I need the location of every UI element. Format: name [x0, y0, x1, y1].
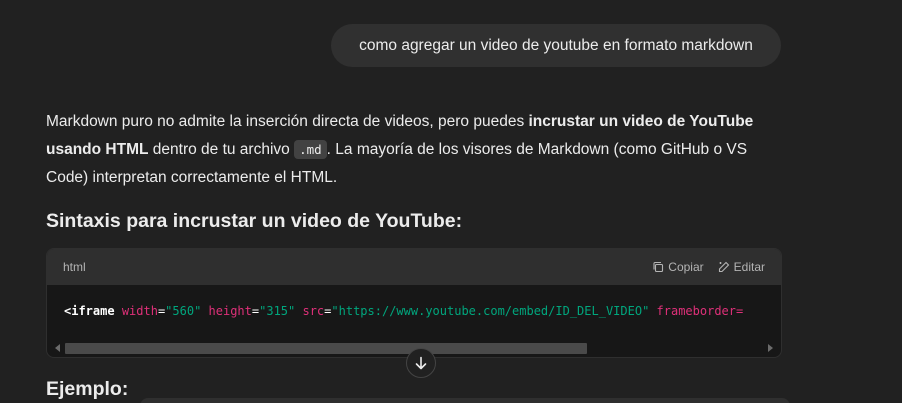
- copy-label: Copiar: [668, 260, 704, 274]
- edit-button[interactable]: Editar: [718, 260, 765, 274]
- edit-label: Editar: [733, 260, 765, 274]
- scrollbar-thumb[interactable]: [65, 343, 587, 354]
- code-token-string: "315": [259, 304, 296, 318]
- code-block: html Copiar Editar <iframe width="560" h…: [46, 248, 782, 358]
- code-actions: Copiar Editar: [652, 260, 765, 274]
- code-header: html Copiar Editar: [47, 249, 781, 285]
- code-language-label: html: [63, 260, 86, 274]
- copy-icon: [653, 261, 664, 273]
- code-content[interactable]: <iframe width="560" height="315" src="ht…: [47, 285, 781, 340]
- code-token-string: "560": [165, 304, 202, 318]
- code-token-attr: height: [208, 304, 252, 318]
- answer-paragraph: Markdown puro no admite la inserción dir…: [46, 108, 782, 192]
- section-heading-syntax: Sintaxis para incrustar un video de YouT…: [46, 210, 463, 232]
- inline-code: .md: [294, 140, 327, 159]
- scroll-right-arrow-icon[interactable]: [768, 344, 773, 352]
- scroll-left-arrow-icon[interactable]: [55, 344, 60, 352]
- edit-icon: [718, 261, 729, 273]
- chat-area: como agregar un video de youtube en form…: [0, 0, 902, 403]
- user-message-bubble: como agregar un video de youtube en form…: [331, 24, 781, 67]
- next-code-block-edge: [140, 398, 790, 403]
- code-token-string: "https://www.youtube.com/embed/ID_DEL_VI…: [331, 304, 650, 318]
- code-token-attr: width: [121, 304, 158, 318]
- answer-text: Markdown puro no admite la inserción dir…: [46, 113, 529, 130]
- assistant-answer: Markdown puro no admite la inserción dir…: [46, 108, 782, 192]
- section-heading-example: Ejemplo:: [46, 378, 129, 400]
- user-message-text: como agregar un video de youtube en form…: [359, 36, 753, 54]
- answer-text: dentro de tu archivo: [148, 141, 295, 158]
- code-token-tag: <iframe: [64, 304, 115, 318]
- arrow-down-icon: [415, 356, 427, 370]
- code-token-attr: frameborder=: [656, 304, 744, 318]
- scroll-to-bottom-button[interactable]: [406, 348, 436, 378]
- copy-button[interactable]: Copiar: [652, 260, 704, 274]
- code-token-attr: src: [302, 304, 325, 318]
